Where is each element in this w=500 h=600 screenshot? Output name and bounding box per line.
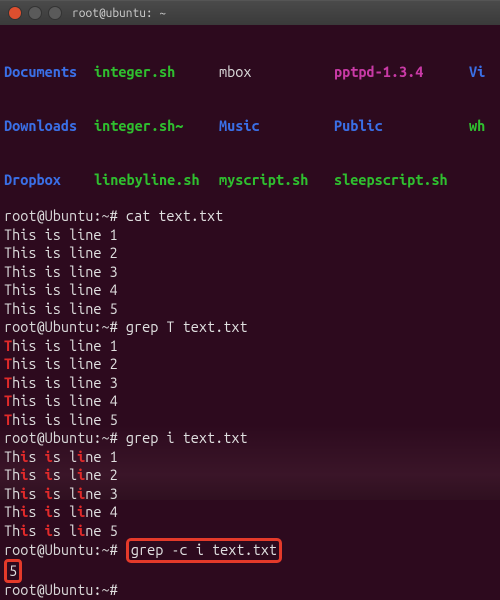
close-icon[interactable]	[8, 6, 22, 20]
maximize-icon[interactable]	[48, 6, 62, 20]
grep-match: i	[20, 503, 28, 520]
output-line: This is line 3	[4, 485, 496, 504]
prompt-line: root@Ubuntu:~# grep T text.txt	[4, 318, 496, 337]
command-text: grep i text.txt	[126, 429, 248, 446]
output-line: This is line 3	[4, 263, 496, 282]
grep-match: T	[4, 337, 12, 354]
command-text: grep T text.txt	[126, 318, 248, 335]
prompt-line: root@Ubuntu:~#	[4, 581, 496, 600]
prompt-line: root@Ubuntu:~# cat text.txt	[4, 207, 496, 226]
output-line: This is line 1	[4, 337, 496, 356]
grep-match: i	[20, 448, 28, 465]
grep-match: i	[45, 503, 53, 520]
grep-match: i	[77, 503, 85, 520]
minimize-icon[interactable]	[28, 6, 42, 20]
output-line: This is line 2	[4, 355, 496, 374]
ls-row: Downloadsinteger.sh~MusicPublicwh	[4, 117, 496, 135]
grep-match: i	[20, 485, 28, 502]
grep-match: i	[20, 466, 28, 483]
command-text: grep -c i text.txt	[131, 541, 277, 558]
exec-item: integer.sh~	[94, 117, 219, 135]
file-item: mbox	[219, 63, 334, 81]
exec-item: integer.sh	[94, 63, 219, 81]
exec-item: wh	[469, 117, 485, 134]
output-line: This is line 5	[4, 300, 496, 319]
output-line: This is line 3	[4, 374, 496, 393]
dir-item: Music	[219, 117, 334, 135]
prompt-path: ~	[101, 207, 109, 224]
ls-row: Documentsinteger.shmboxpptpd-1.3.4Vi	[4, 63, 496, 81]
output-line: This is line 4	[4, 503, 496, 522]
highlighted-command: grep -c i text.txt	[126, 538, 282, 563]
grep-match: i	[77, 466, 85, 483]
command-text: cat text.txt	[126, 207, 223, 224]
output-line: This is line 2	[4, 244, 496, 263]
grep-match: i	[45, 466, 53, 483]
grep-match: i	[77, 485, 85, 502]
output-line: This is line 1	[4, 226, 496, 245]
exec-item: myscript.sh	[219, 171, 334, 189]
archive-item: pptpd-1.3.4	[334, 63, 469, 81]
output-line: 5	[4, 561, 496, 582]
terminal-output[interactable]: root@Ubuntu:~# cat text.txt This is line…	[0, 207, 500, 600]
dir-item: Vi	[469, 63, 485, 80]
prompt-line: root@Ubuntu:~# grep i text.txt	[4, 429, 496, 448]
output-line: This is line 5	[4, 411, 496, 430]
window-title-bar: root@ubuntu: ~	[0, 0, 500, 25]
grep-match: i	[20, 522, 28, 539]
highlighted-result: 5	[4, 559, 22, 584]
dir-item: Dropbox	[4, 171, 94, 189]
dir-item: Downloads	[4, 117, 94, 135]
exec-item: sleepscript.sh	[334, 171, 469, 189]
grep-match: i	[45, 485, 53, 502]
grep-match: T	[4, 355, 12, 372]
output-line: This is line 4	[4, 392, 496, 411]
ls-row: Dropboxlinebyline.shmyscript.shsleepscri…	[4, 171, 496, 189]
window-title: root@ubuntu: ~	[72, 7, 166, 20]
exec-item: linebyline.sh	[94, 171, 219, 189]
prompt-line: root@Ubuntu:~# grep -c i text.txt	[4, 540, 496, 561]
grep-match: T	[4, 392, 12, 409]
grep-match: i	[77, 522, 85, 539]
output-line: This is line 2	[4, 466, 496, 485]
grep-match: i	[77, 448, 85, 465]
grep-match: T	[4, 411, 12, 428]
dir-item: Documents	[4, 63, 94, 81]
ls-output: Documentsinteger.shmboxpptpd-1.3.4Vi Dow…	[0, 25, 500, 207]
output-line: This is line 1	[4, 448, 496, 467]
output-line: This is line 4	[4, 281, 496, 300]
grep-match: T	[4, 374, 12, 391]
dir-item: Public	[334, 117, 469, 135]
grep-match: i	[45, 448, 53, 465]
grep-match: i	[45, 522, 53, 539]
prompt-user: root@Ubuntu	[4, 207, 93, 224]
